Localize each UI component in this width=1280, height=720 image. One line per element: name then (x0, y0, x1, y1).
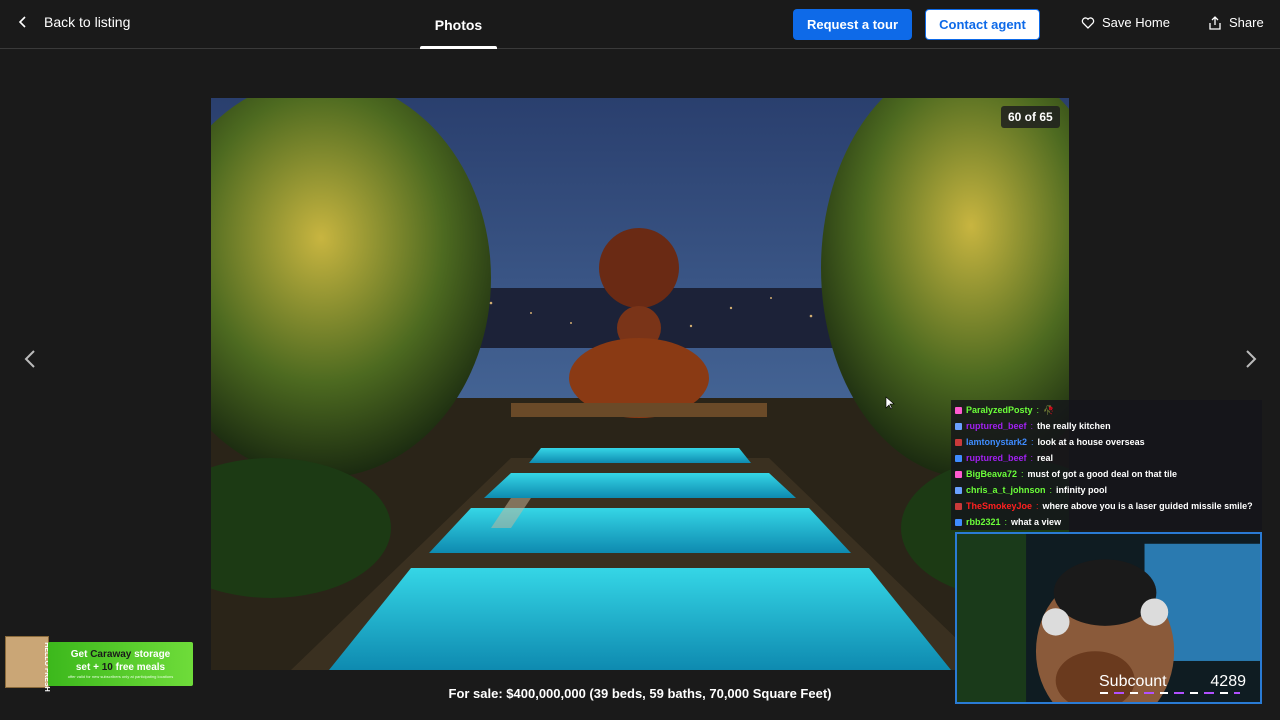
chat-badge-icon (955, 422, 962, 430)
chat-separator: : (1021, 469, 1024, 479)
chat-text: 🥀 (1043, 404, 1055, 415)
chat-separator: : (1036, 501, 1039, 511)
chat-separator: : (1036, 405, 1040, 415)
chat-separator: : (1004, 517, 1008, 527)
ad-fine-print: offer valid for new subscribers only at … (67, 674, 174, 679)
chat-text: infinity pool (1056, 485, 1108, 495)
chat-text: real (1037, 453, 1054, 463)
contact-agent-button[interactable]: Contact agent (925, 9, 1040, 40)
ad-brand: Caraway (90, 649, 132, 660)
listing-photo[interactable] (211, 98, 1069, 670)
subcount-label: Subcount (1099, 673, 1167, 690)
chat-message: rbb2321: what a view (955, 514, 1258, 530)
chat-badge-icon (955, 502, 962, 510)
subcount-display: Subcount 4289 (1099, 673, 1246, 691)
chat-text: where above you is a laser guided missil… (1042, 501, 1253, 511)
share-button[interactable]: Share (1208, 15, 1264, 30)
ad-line-1-prefix: Get (70, 649, 91, 660)
chat-badge-icon (955, 470, 962, 478)
meal-kit-box-image: HELLO FRESH (5, 636, 50, 692)
request-tour-button[interactable]: Request a tour (793, 9, 912, 40)
mouse-cursor-icon (885, 396, 895, 410)
previous-photo-button[interactable] (20, 348, 42, 370)
chat-text: must of got a good deal on that tile (1027, 469, 1178, 479)
chevron-left-icon (24, 350, 35, 368)
chat-message: TheSmokeyJoe: where above you is a laser … (955, 498, 1258, 514)
back-to-listing-label: Back to listing (44, 14, 131, 30)
chat-username: TheSmokeyJoe (966, 501, 1033, 511)
stream-chat-overlay: ParalyzedPosty: 🥀 ruptured_beef: the really… (951, 400, 1262, 530)
photo-counter: 60 of 65 (1001, 106, 1060, 128)
subcount-underline (1100, 692, 1240, 694)
chat-badge-icon (955, 486, 962, 494)
chat-separator: : (1049, 485, 1053, 495)
chat-username: BigBeava72 (966, 469, 1018, 479)
ad-line-1: Get Caraway storage (71, 648, 171, 661)
ad-banner: Get Caraway storage set + 10 free meals … (48, 642, 193, 686)
chat-separator: : (1031, 437, 1034, 447)
save-home-button[interactable]: Save Home (1081, 15, 1170, 30)
ad-line-2-suffix: free meals (112, 662, 166, 673)
ad-line-2: set + 10 free meals (76, 661, 165, 674)
chat-message: ruptured_beef: the really kitchen (955, 418, 1258, 434)
save-home-label: Save Home (1102, 15, 1170, 30)
chat-username: ParalyzedPosty (966, 405, 1033, 415)
chat-message: ruptured_beef: real (955, 450, 1258, 466)
chat-username: rbb2321 (966, 517, 1001, 527)
heart-icon (1081, 16, 1095, 29)
chat-badge-icon (955, 438, 962, 446)
chat-username: ruptured_beef (966, 453, 1027, 463)
top-navigation-bar: Back to listing Photos Request a tour Co… (0, 0, 1280, 49)
subcount-value: 4289 (1210, 673, 1246, 690)
chat-text: the really kitchen (1037, 421, 1111, 431)
chat-message: chris_a_t_johnson: infinity pool (955, 482, 1258, 498)
share-label: Share (1229, 15, 1264, 30)
chat-badge-icon (955, 406, 962, 414)
chat-badge-icon (955, 454, 962, 462)
chevron-right-icon (1246, 350, 1257, 368)
tab-photos[interactable]: Photos (420, 0, 497, 49)
chat-username: Iamtonystark2 (966, 437, 1028, 447)
chat-message: Iamtonystark2: look at a house overseas (955, 434, 1258, 450)
chat-separator: : (1030, 421, 1034, 431)
chat-message: ParalyzedPosty: 🥀 (955, 402, 1258, 418)
chevron-left-icon (18, 16, 26, 28)
chat-message: BigBeava72: must of got a good deal on th… (955, 466, 1258, 482)
next-photo-button[interactable] (1239, 348, 1261, 370)
back-to-listing-link[interactable]: Back to listing (16, 14, 130, 30)
ad-line-2-prefix: set + (75, 662, 102, 673)
ad-line-1-suffix: storage (131, 649, 171, 660)
share-icon (1209, 15, 1221, 30)
ad-meal-count: 10 (101, 662, 113, 673)
chat-text: look at a house overseas (1037, 437, 1145, 447)
chat-username: ruptured_beef (966, 421, 1027, 431)
chat-separator: : (1030, 453, 1034, 463)
chat-username: chris_a_t_johnson (966, 485, 1046, 495)
chat-badge-icon (955, 518, 962, 526)
sponsor-ad-overlay: HELLO FRESH Get Caraway storage set + 10… (0, 600, 196, 718)
chat-text: what a view (1011, 517, 1062, 527)
pool-night-view-image (211, 98, 1069, 670)
